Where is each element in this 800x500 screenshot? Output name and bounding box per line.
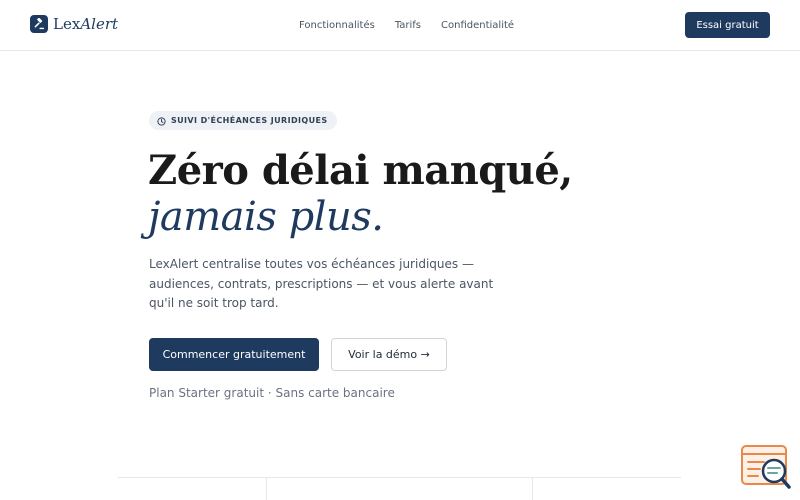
feature-column-divider xyxy=(266,478,267,500)
free-trial-button[interactable]: Essai gratuit xyxy=(685,12,770,38)
gavel-icon xyxy=(30,15,48,33)
start-free-button[interactable]: Commencer gratuitement xyxy=(149,338,319,371)
nav-link-privacy[interactable]: Confidentialité xyxy=(441,19,514,32)
category-badge: SUIVI D'ÉCHÉANCES JURIDIQUES xyxy=(149,111,337,130)
nav-link-features[interactable]: Fonctionnalités xyxy=(299,19,375,32)
hero-title-accent: jamais plus. xyxy=(148,194,384,240)
top-navigation-bar: LexAlert Fonctionnalités Tarifs Confiden… xyxy=(0,0,800,51)
badge-label: SUIVI D'ÉCHÉANCES JURIDIQUES xyxy=(171,116,328,125)
search-document-icon[interactable] xyxy=(740,444,792,492)
brand-logo[interactable]: LexAlert xyxy=(30,15,118,33)
watch-demo-button[interactable]: Voir la démo → xyxy=(331,338,447,371)
brand-name: LexAlert xyxy=(53,15,119,33)
feature-column-divider xyxy=(532,478,533,500)
main-nav: Fonctionnalités Tarifs Confidentialité xyxy=(299,19,514,32)
plan-note: Plan Starter gratuit · Sans carte bancai… xyxy=(149,386,395,400)
nav-link-pricing[interactable]: Tarifs xyxy=(395,19,421,32)
hero-title: Zéro délai manqué, xyxy=(148,147,573,194)
hero-description: LexAlert centralise toutes vos échéances… xyxy=(149,257,494,310)
section-divider xyxy=(118,477,681,478)
clock-icon xyxy=(157,111,166,130)
